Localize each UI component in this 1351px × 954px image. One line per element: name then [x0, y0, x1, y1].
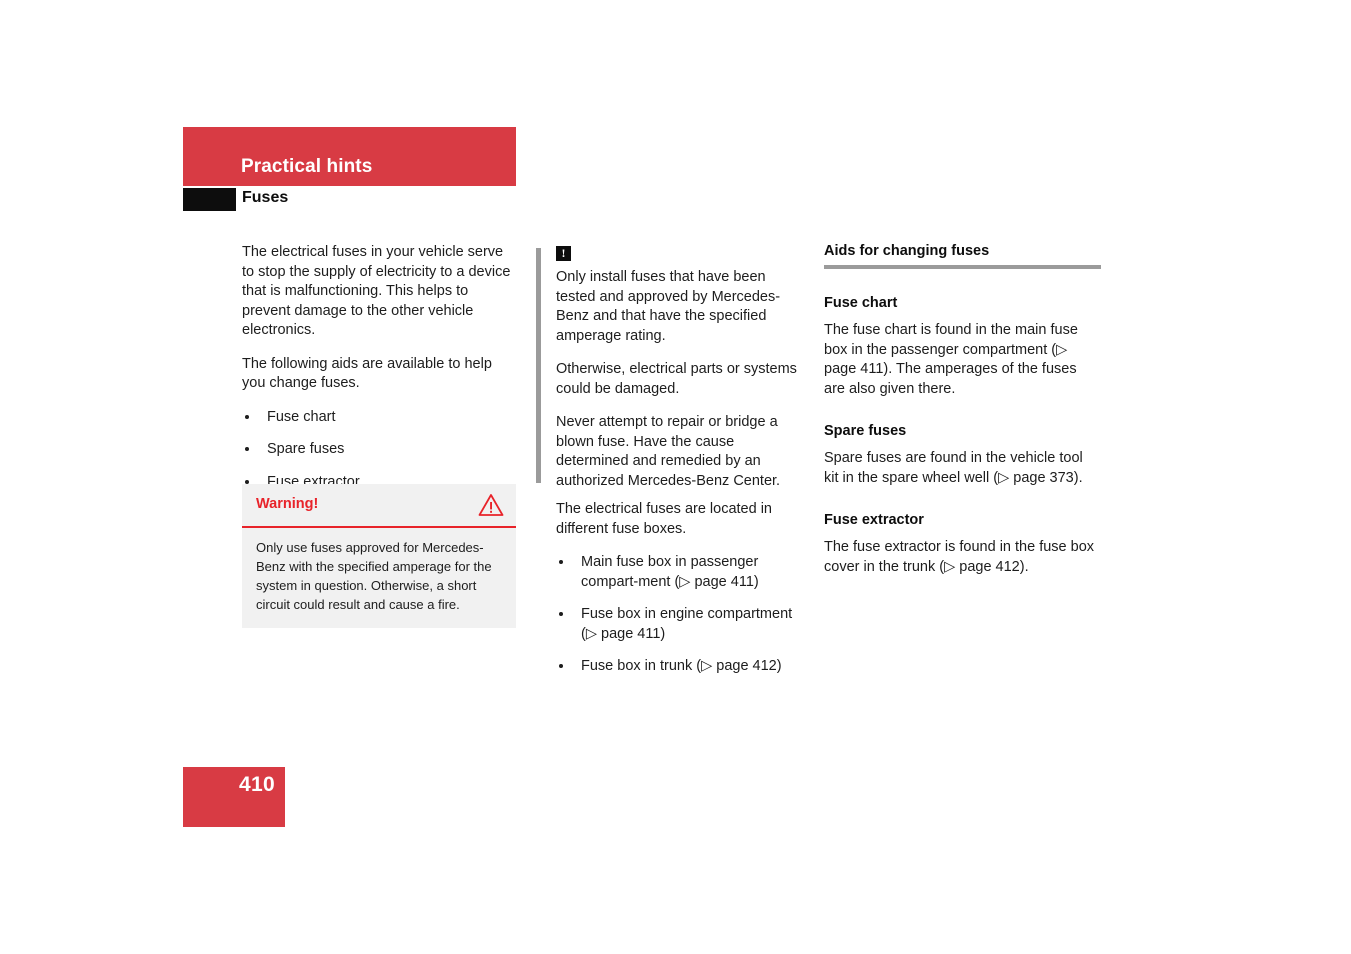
- warning-box: Warning! Only use fuses approved for Mer…: [242, 484, 516, 628]
- column-two-lower: The electrical fuses are located in diff…: [556, 500, 808, 677]
- aids-list: Fuse chart Spare fuses Fuse extractor: [242, 408, 516, 493]
- bullet-dot-icon: [559, 612, 563, 616]
- aids-section-heading: Aids for changing fuses: [824, 243, 990, 259]
- subsection-fuse-extractor: Fuse extractor The fuse extractor is fou…: [824, 512, 1101, 577]
- warning-text: Only use fuses approved for Mercedes-Ben…: [256, 540, 492, 612]
- exclamation-box-icon: !: [556, 246, 571, 261]
- list-item: Main fuse box in passenger compart-ment …: [556, 553, 808, 592]
- note-paragraph-2: Otherwise, electrical parts or systems c…: [556, 361, 797, 397]
- subsection-heading: Spare fuses: [824, 423, 907, 439]
- list-item: Fuse box in engine compartment (▷ page 4…: [556, 605, 808, 644]
- subsection-body: Spare fuses are found in the vehicle too…: [824, 450, 1083, 486]
- subsection-fuse-chart: Fuse chart The fuse chart is found in th…: [824, 295, 1101, 399]
- list-item: Fuse chart: [242, 408, 516, 428]
- subsection-heading: Fuse extractor: [824, 512, 924, 528]
- warning-box-body: Only use fuses approved for Mercedes-Ben…: [242, 528, 516, 628]
- section-divider: [824, 265, 1101, 269]
- chapter-thumb-tab: [183, 188, 236, 211]
- page-number-block: 410: [183, 767, 285, 827]
- note-accent-bar: [536, 248, 541, 483]
- column-one: The electrical fuses in your vehicle ser…: [242, 243, 516, 492]
- bullet-dot-icon: [559, 560, 563, 564]
- bullet-dot-icon: [245, 447, 249, 451]
- intro-paragraph-1: The electrical fuses in your vehicle ser…: [242, 244, 511, 338]
- subsection-heading: Fuse chart: [824, 295, 898, 311]
- chapter-header-band: Practical hints: [183, 127, 516, 186]
- note-content: ! Only install fuses that have been test…: [536, 246, 806, 491]
- intro-paragraph-2: The following aids are available to help…: [242, 355, 492, 392]
- fuse-boxes-list: Main fuse box in passenger compart-ment …: [556, 553, 808, 677]
- list-item-label: Fuse chart: [267, 408, 336, 425]
- section-title: Fuses: [242, 189, 289, 206]
- list-item-label: Main fuse box in passenger compart-ment …: [581, 554, 759, 590]
- bullet-dot-icon: [245, 479, 249, 484]
- note-block: ! Only install fuses that have been test…: [536, 246, 806, 491]
- warning-box-header: Warning!: [242, 484, 516, 528]
- list-item-label: Fuse box in engine compartment (▷ page 4…: [581, 606, 793, 642]
- bullet-dot-icon: [559, 664, 563, 668]
- warning-triangle-icon: [478, 493, 504, 522]
- chapter-title: Practical hints: [241, 156, 373, 177]
- note-paragraph-1: Only install fuses that have been tested…: [556, 269, 781, 344]
- page-number: 410: [239, 773, 275, 796]
- list-item-label: Fuse box in trunk (▷ page 412): [581, 658, 782, 674]
- subsection-body: The fuse extractor is found in the fuse …: [824, 539, 1095, 575]
- column-three: Aids for changing fuses Fuse chart The f…: [824, 243, 1101, 577]
- list-item-label: Spare fuses: [267, 441, 345, 457]
- note-paragraph-3: Never attempt to repair or bridge a blow…: [556, 414, 781, 489]
- subsection-body: The fuse chart is found in the main fuse…: [824, 322, 1078, 397]
- subsection-spare-fuses: Spare fuses Spare fuses are found in the…: [824, 423, 1101, 488]
- bullet-dot-icon: [245, 414, 249, 419]
- fuse-boxes-intro: The electrical fuses are located in diff…: [556, 501, 772, 537]
- list-item: Spare fuses: [242, 440, 516, 460]
- warning-title: Warning!: [256, 496, 319, 512]
- list-item: Fuse box in trunk (▷ page 412): [556, 657, 808, 677]
